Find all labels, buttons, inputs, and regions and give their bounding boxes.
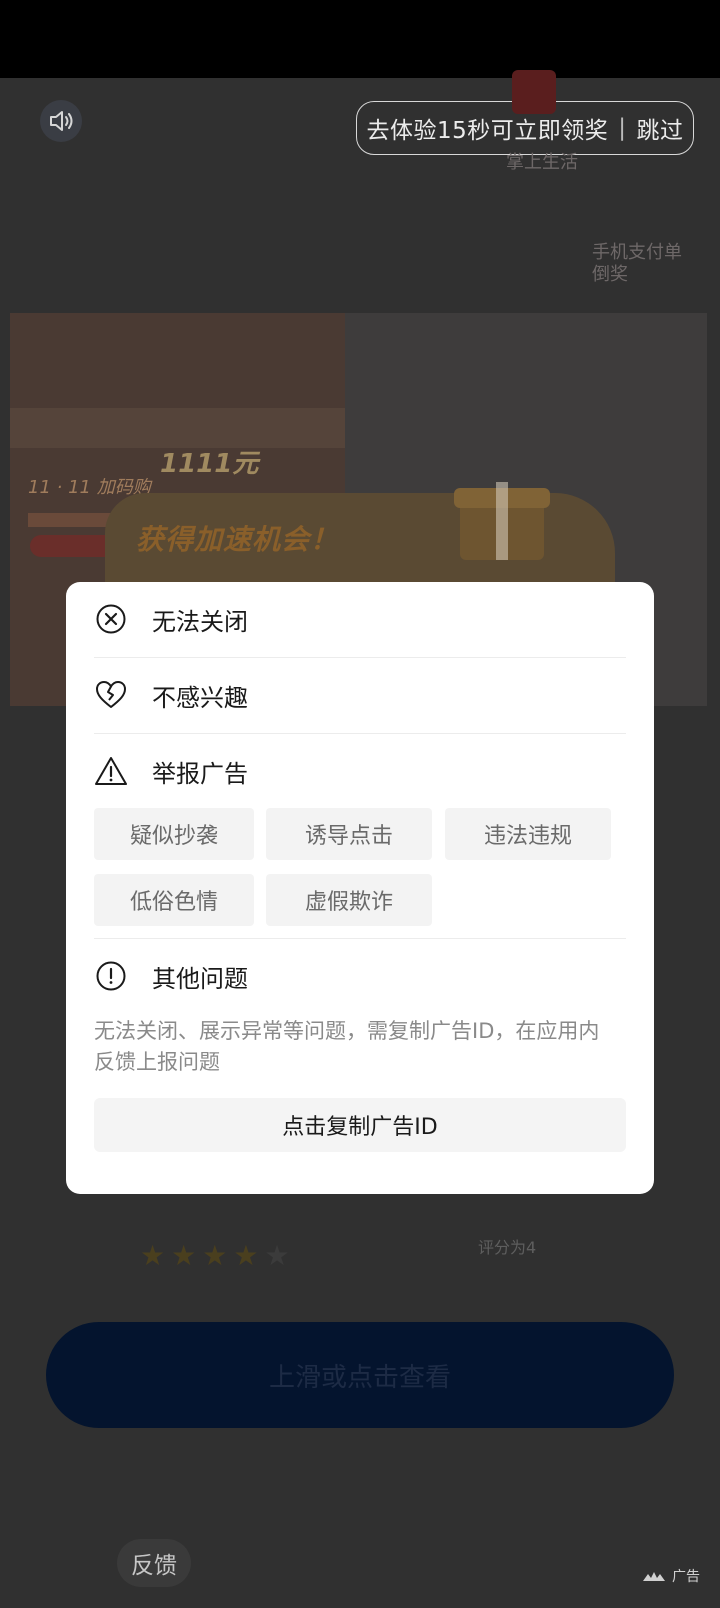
option-not-interested[interactable]: 不感兴趣	[94, 658, 626, 732]
app-logo	[512, 70, 556, 114]
star-icon: ★	[202, 1239, 228, 1272]
star-empty-icon: ★	[264, 1239, 290, 1272]
ad-app-name: 掌上生活	[506, 152, 578, 173]
rating-label: 评分为4	[478, 1238, 537, 1257]
broken-heart-icon	[94, 678, 128, 712]
ad-network-logo-icon	[643, 1572, 665, 1581]
report-tag-illegal[interactable]: 违法违规	[445, 808, 611, 860]
ad-mark-label: 广告	[672, 1569, 700, 1585]
banner-title: 获得加速机会！	[136, 523, 340, 556]
status-bar	[0, 0, 720, 78]
ad-amount: 1111元	[160, 449, 259, 479]
gift-box-icon	[452, 468, 552, 563]
option-label: 举报广告	[152, 759, 248, 788]
exclamation-circle-icon	[94, 959, 128, 993]
report-tag-clickbait[interactable]: 诱导点击	[266, 808, 432, 860]
option-label: 不感兴趣	[152, 683, 248, 712]
ad-right-line-2: 倒奖	[592, 264, 628, 285]
report-tag-vulgar[interactable]: 低俗色情	[94, 874, 254, 926]
sound-toggle-button[interactable]	[40, 100, 82, 142]
star-icon: ★	[171, 1239, 197, 1272]
skip-label: 跳过	[636, 118, 684, 144]
ad-feedback-dialog: 无法关闭 不感兴趣 举报广告 疑似抄袭 诱导点击 违法违规 低俗色情 虚假欺诈	[66, 582, 654, 1194]
ad-mark: 广告	[642, 1566, 700, 1586]
view-ad-button[interactable]: 上滑或点击查看	[46, 1322, 674, 1428]
copy-ad-id-button[interactable]: 点击复制广告ID	[94, 1098, 626, 1152]
option-other-issues[interactable]: 其他问题	[94, 939, 626, 1013]
star-icon: ★	[233, 1239, 259, 1272]
skip-separator: |	[618, 115, 627, 141]
speaker-icon	[50, 111, 73, 131]
report-tag-fraud[interactable]: 虚假欺诈	[266, 874, 432, 926]
warning-triangle-icon	[94, 754, 128, 788]
ad-right-line-1: 手机支付单	[592, 242, 682, 263]
report-tag-plagiarism[interactable]: 疑似抄袭	[94, 808, 254, 860]
star-icon: ★	[140, 1239, 166, 1272]
option-label: 无法关闭	[152, 607, 248, 636]
skip-reward-text: 去体验15秒可立即领奖	[366, 118, 609, 144]
option-label: 其他问题	[152, 964, 248, 993]
ad-right-text: 手机支付单 倒奖	[592, 242, 682, 286]
option-cannot-close[interactable]: 无法关闭	[94, 582, 626, 656]
option-report-ad[interactable]: 举报广告	[94, 734, 626, 808]
other-issues-description: 无法关闭、展示异常等问题，需复制广告ID，在应用内反馈上报问题	[94, 1019, 600, 1074]
feedback-button[interactable]: 反馈	[117, 1539, 191, 1587]
rating-stars: ★ ★ ★ ★ ★	[140, 1242, 290, 1270]
close-circle-icon	[94, 602, 128, 636]
